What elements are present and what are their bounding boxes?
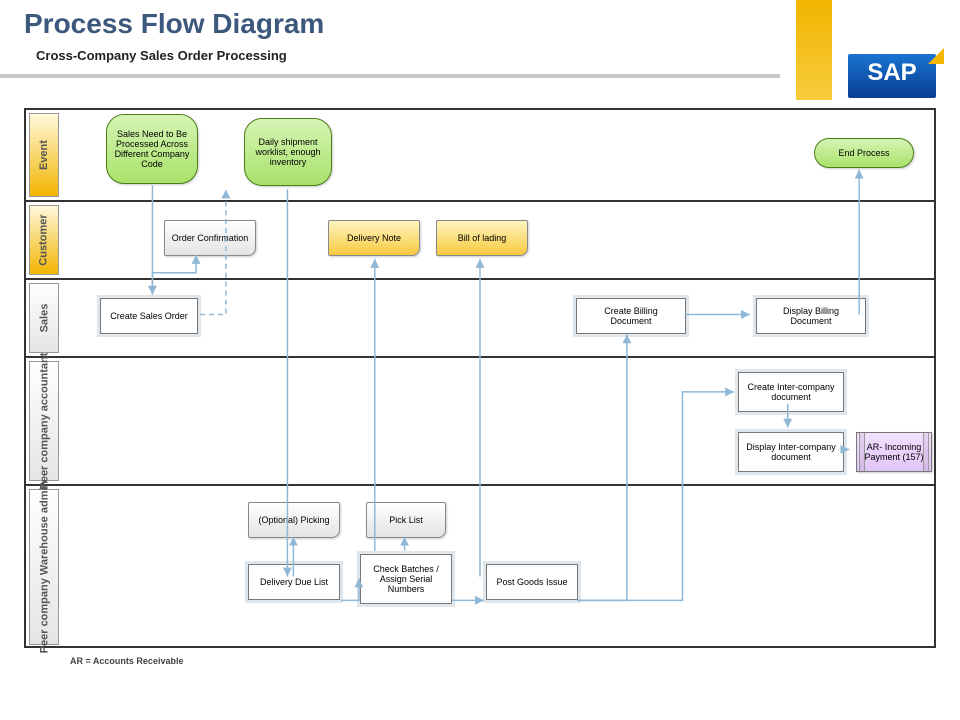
lane-event: Event Sales Need to Be Processed Across … — [26, 110, 934, 202]
lane-label-customer: Customer — [29, 205, 59, 275]
process-create-sales-order: Create Sales Order — [100, 298, 198, 334]
process-delivery-due-list: Delivery Due List — [248, 564, 340, 600]
lane-customer: Customer Order Confirmation Delivery Not… — [26, 202, 934, 280]
doc-order-confirmation: Order Confirmation — [164, 220, 256, 256]
lane-label-event: Event — [29, 113, 59, 197]
process-check-batches: Check Batches / Assign Serial Numbers — [360, 554, 452, 604]
swimlane-canvas: Event Sales Need to Be Processed Across … — [24, 108, 936, 648]
sap-logo: SAP — [848, 54, 936, 98]
footnote: AR = Accounts Receivable — [70, 656, 183, 666]
title-underline — [0, 74, 780, 78]
process-display-intercompany-doc: Display Inter-company document — [738, 432, 844, 472]
lane-sales: Sales Create Sales Order Create Billing … — [26, 280, 934, 358]
page-subtitle: Cross-Company Sales Order Processing — [36, 48, 287, 63]
process-create-billing-document: Create Billing Document — [576, 298, 686, 334]
lane-warehouse: Peer company Warehouse admin (Optional) … — [26, 486, 934, 648]
process-display-billing-document: Display Billing Document — [756, 298, 866, 334]
brand-accent-bar — [796, 0, 832, 100]
event-daily-shipment: Daily shipment worklist, enough inventor… — [244, 118, 332, 186]
doc-optional-picking: (Optional) Picking — [248, 502, 340, 538]
process-create-intercompany-doc: Create Inter-company document — [738, 372, 844, 412]
lane-label-sales: Sales — [29, 283, 59, 353]
event-end: End Process — [814, 138, 914, 168]
subprocess-ar-incoming-payment: AR- Incoming Payment (157) — [856, 432, 932, 472]
event-start: Sales Need to Be Processed Across Differ… — [106, 114, 198, 184]
lane-accountant: Peer company accountant Create Inter-com… — [26, 358, 934, 486]
page-title: Process Flow Diagram — [24, 8, 324, 40]
lane-label-accountant: Peer company accountant — [29, 361, 59, 481]
lane-label-warehouse: Peer company Warehouse admin — [29, 489, 59, 645]
doc-pick-list: Pick List — [366, 502, 446, 538]
process-post-goods-issue: Post Goods Issue — [486, 564, 578, 600]
doc-bill-of-lading: Bill of lading — [436, 220, 528, 256]
doc-delivery-note: Delivery Note — [328, 220, 420, 256]
